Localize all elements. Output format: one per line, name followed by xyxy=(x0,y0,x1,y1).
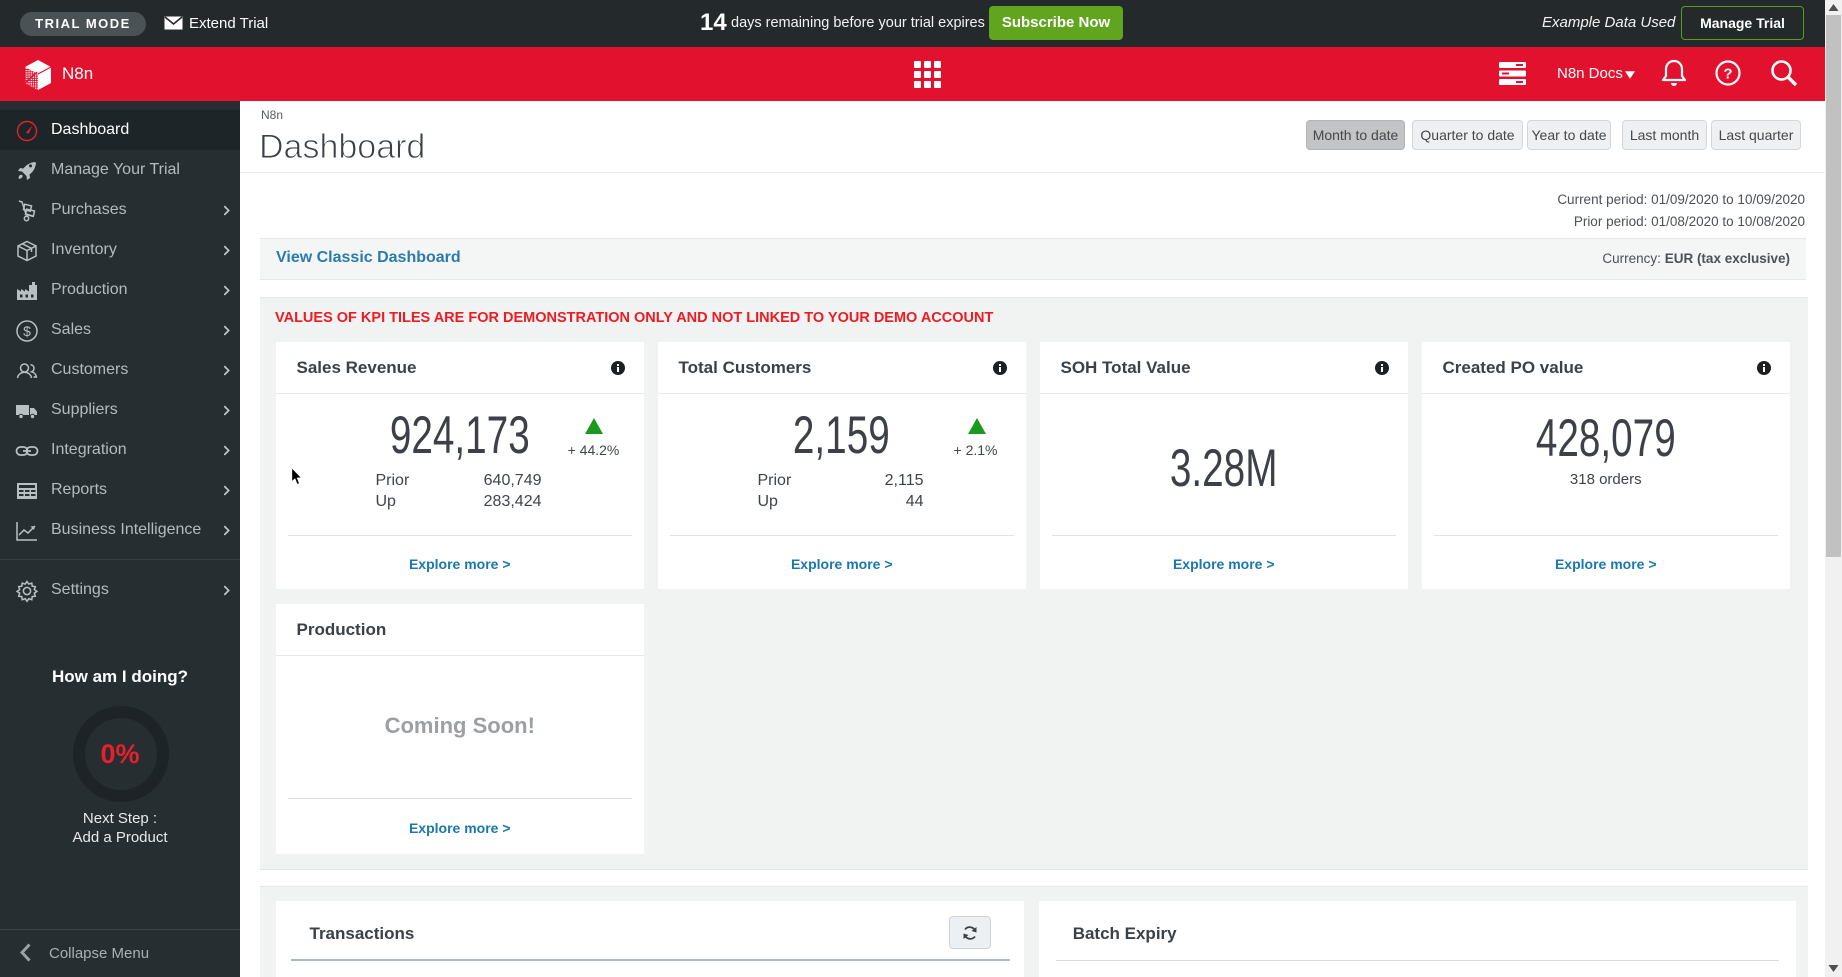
svg-text:?: ? xyxy=(1723,66,1732,83)
svg-text:$: $ xyxy=(23,323,31,339)
